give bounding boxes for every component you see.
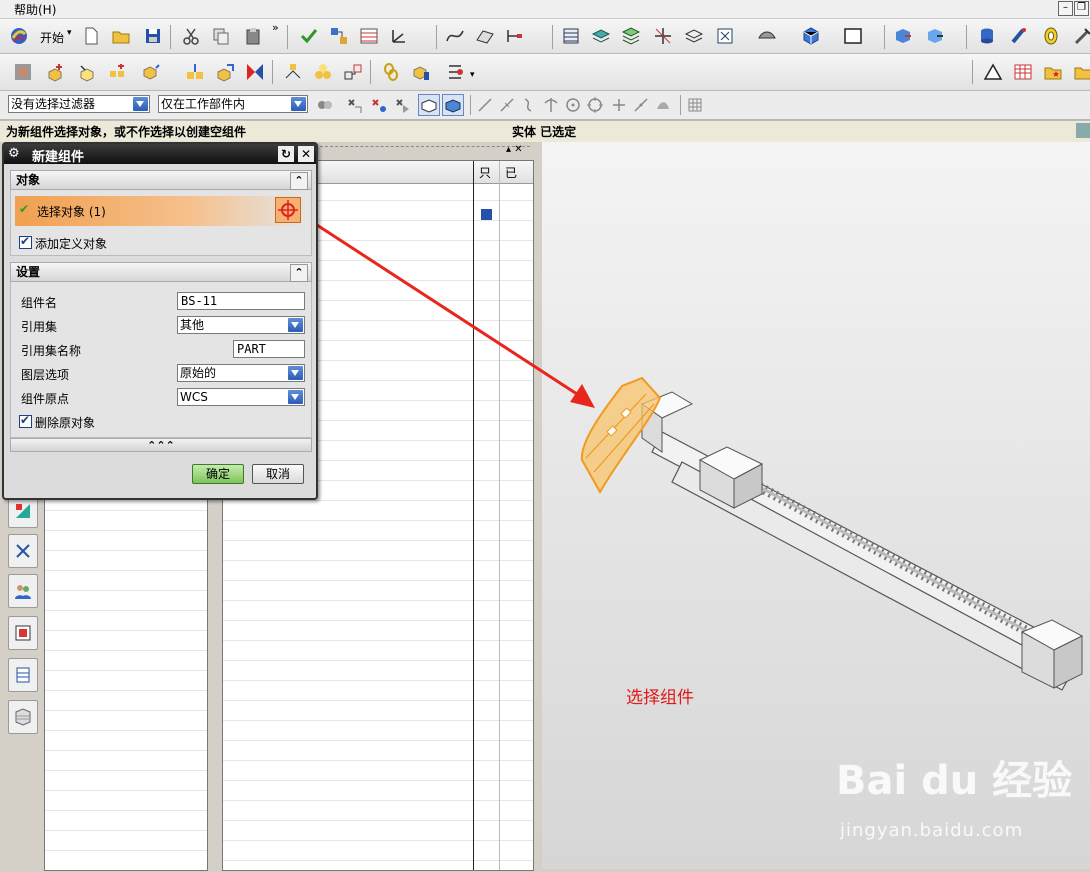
layer-option-value: 原始的 <box>180 366 217 380</box>
add-defined-objects-checkbox[interactable] <box>19 234 32 249</box>
settings-section-title: 设置 <box>16 265 41 279</box>
chevron-up-icon[interactable]: ⌃ <box>290 264 308 282</box>
chevron-down-icon <box>288 318 303 332</box>
baidu-watermark: Bai du 经验 <box>836 758 1073 804</box>
objects-section-header[interactable]: 对象 ⌃ <box>10 170 312 190</box>
objects-section-body: ✔ 选择对象 (1) 添加定义对象 <box>10 190 312 256</box>
cancel-button[interactable]: 取消 <box>252 464 304 484</box>
dialog-gear-icon[interactable]: ⚙ <box>8 146 20 161</box>
close-icon[interactable]: ✕ <box>298 146 314 162</box>
settings-section-body: 组件名 BS-11 引用集 其他 引用集名称 PART 图层选项 原始的 组件原… <box>10 282 312 438</box>
component-origin-select[interactable]: WCS <box>177 388 305 406</box>
check-icon: ✔ <box>19 202 30 216</box>
more-options-toggle[interactable]: ⌃⌃⌃ <box>10 438 312 452</box>
delete-original-checkbox[interactable] <box>19 413 32 428</box>
reference-set-name-input[interactable]: PART <box>233 340 305 358</box>
delete-original-label: 删除原对象 <box>35 416 96 430</box>
ok-button[interactable]: 确定 <box>192 464 244 484</box>
baidu-watermark-url: jingyan.baidu.com <box>840 820 1024 841</box>
crosshair-icon <box>278 200 298 220</box>
add-defined-objects-label: 添加定义对象 <box>35 237 108 251</box>
new-component-dialog: ⚙ 新建组件 ↻ ✕ 对象 ⌃ ✔ 选择对象 (1) 添加定义对象 设置 ⌃ 组… <box>2 142 318 500</box>
layer-option-select[interactable]: 原始的 <box>177 364 305 382</box>
settings-section-header[interactable]: 设置 ⌃ <box>10 262 312 282</box>
chevron-down-icon <box>288 366 303 380</box>
objects-section-title: 对象 <box>16 173 41 187</box>
layer-option-label: 图层选项 <box>21 368 70 382</box>
reference-set-select[interactable]: 其他 <box>177 316 305 334</box>
component-origin-value: WCS <box>180 390 208 404</box>
reference-set-name-label: 引用集名称 <box>21 344 82 358</box>
reference-set-value: 其他 <box>180 318 205 332</box>
component-name-input[interactable]: BS-11 <box>177 292 305 310</box>
select-objects-row[interactable]: ✔ 选择对象 (1) <box>15 196 305 226</box>
annotation-label: 选择组件 <box>626 688 694 708</box>
chevron-down-icon <box>288 390 303 404</box>
more-options-chevrons: ⌃⌃⌃ <box>147 439 175 452</box>
reset-icon[interactable]: ↻ <box>278 146 294 162</box>
component-name-label: 组件名 <box>21 296 58 310</box>
crosshair-select-button[interactable] <box>275 197 301 223</box>
dialog-title: 新建组件 <box>32 150 85 165</box>
select-objects-label: 选择对象 (1) <box>37 205 106 219</box>
component-origin-label: 组件原点 <box>21 392 70 406</box>
dialog-titlebar: ⚙ 新建组件 ↻ ✕ <box>4 144 316 165</box>
reference-set-label: 引用集 <box>21 320 58 334</box>
chevron-up-icon[interactable]: ⌃ <box>290 172 308 190</box>
